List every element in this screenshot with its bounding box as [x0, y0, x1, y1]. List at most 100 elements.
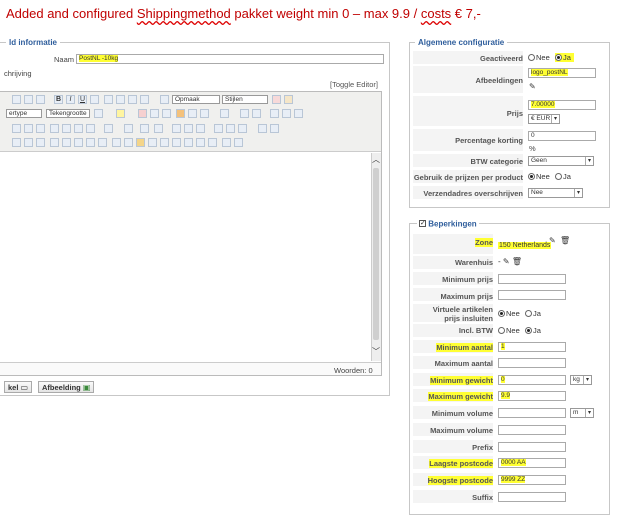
editor-btn-icon[interactable] [234, 138, 243, 147]
align-center-icon[interactable] [116, 95, 125, 104]
incl-no-radio[interactable] [498, 327, 505, 335]
price-input[interactable]: 7.00000 [528, 100, 596, 110]
edit-pencil-icon[interactable]: ✎ [529, 82, 536, 91]
prefix-input[interactable] [498, 442, 566, 452]
special-char-icon[interactable] [282, 109, 291, 118]
max-volume-input[interactable] [498, 425, 566, 435]
virtual-yes-radio[interactable] [525, 310, 532, 318]
editor-btn-icon[interactable] [258, 124, 267, 133]
editor-btn-icon[interactable] [270, 124, 279, 133]
editor-btn-icon[interactable] [86, 124, 95, 133]
min-weight-input[interactable]: 0 [498, 375, 566, 385]
line-icon[interactable] [294, 109, 303, 118]
editor-btn-icon[interactable] [124, 124, 133, 133]
align-right-icon[interactable] [128, 95, 137, 104]
trash-icon[interactable]: 🗑 [512, 257, 522, 266]
editor-btn-icon[interactable] [86, 138, 95, 147]
incl-yes-radio[interactable] [525, 327, 532, 335]
editor-btn-icon[interactable] [172, 138, 181, 147]
max-price-input[interactable] [498, 290, 566, 300]
active-yes-radio[interactable] [555, 54, 562, 62]
use-yes-radio[interactable] [555, 173, 562, 181]
max-qty-input[interactable] [498, 358, 566, 368]
min-qty-input[interactable]: 1 [498, 342, 566, 352]
editor-btn-icon[interactable] [50, 138, 59, 147]
editor-btn-icon[interactable] [184, 138, 193, 147]
subscript-icon[interactable] [252, 109, 261, 118]
bold-icon[interactable]: B [54, 95, 63, 104]
ordered-list-icon[interactable] [200, 109, 209, 118]
editor-btn-icon[interactable] [238, 124, 247, 133]
strikethrough-icon[interactable] [90, 95, 99, 104]
currency-select[interactable]: € EUR ▾ [528, 114, 560, 124]
editor-btn-icon[interactable] [184, 124, 193, 133]
paint-icon[interactable] [284, 95, 293, 104]
format-select[interactable]: Opmaak [172, 95, 220, 104]
editor-btn-icon[interactable] [74, 124, 83, 133]
scrollbar-thumb[interactable] [373, 168, 379, 340]
underline-icon[interactable]: U [78, 95, 87, 104]
scroll-down-icon[interactable]: ﹀ [372, 346, 380, 356]
min-volume-input[interactable] [498, 408, 566, 418]
scroll-up-icon[interactable]: ︿ [372, 154, 380, 164]
weight-unit-select[interactable]: kg ▾ [570, 375, 592, 385]
highest-postcode-input[interactable]: 9999 ZZ [498, 475, 566, 485]
article-button[interactable]: kel ▭ [4, 381, 33, 393]
suffix-input[interactable] [498, 492, 566, 502]
cut-icon[interactable] [138, 109, 147, 118]
trash-icon[interactable]: 🗑 [560, 236, 570, 245]
print-icon[interactable] [62, 124, 71, 133]
min-price-input[interactable] [498, 274, 566, 284]
edit-pencil-icon[interactable]: ✎ [549, 236, 556, 245]
blockquote-icon[interactable] [160, 95, 169, 104]
editor-btn-icon[interactable] [226, 124, 235, 133]
toggle-editor-link[interactable]: [Toggle Editor] [330, 80, 378, 89]
editor-btn-icon[interactable] [36, 138, 45, 147]
volume-unit-select[interactable]: m ▾ [570, 408, 594, 418]
use-no-radio[interactable] [528, 173, 535, 181]
editor-btn-icon[interactable] [104, 124, 113, 133]
active-no-radio[interactable] [528, 54, 535, 62]
eraser-icon[interactable] [272, 95, 281, 104]
editor-btn-icon[interactable] [214, 124, 223, 133]
editor-btn-icon[interactable] [74, 138, 83, 147]
editor-btn-icon[interactable] [208, 138, 217, 147]
override-select[interactable]: Nee ▾ [528, 188, 583, 198]
restrictions-checkbox[interactable]: ✓ [419, 220, 426, 228]
discount-input[interactable]: 0 [528, 131, 596, 141]
editor-btn-icon[interactable] [36, 124, 45, 133]
editor-btn-icon[interactable] [24, 95, 33, 104]
name-input[interactable]: PostNL -10kg [76, 54, 384, 64]
paste-word-icon[interactable] [176, 109, 185, 118]
editor-btn-icon[interactable] [12, 124, 21, 133]
paste-text-icon[interactable] [188, 109, 197, 118]
italic-icon[interactable]: I [66, 95, 75, 104]
editor-btn-icon[interactable] [112, 138, 121, 147]
paragraph-icon[interactable] [12, 138, 21, 147]
editor-btn-icon[interactable] [50, 124, 59, 133]
align-justify-icon[interactable] [140, 95, 149, 104]
vat-select[interactable]: Geen ▾ [528, 156, 594, 166]
font-size-select[interactable]: Tekengrootte [46, 109, 90, 118]
paste-icon[interactable] [162, 109, 171, 118]
font-color-icon[interactable] [94, 109, 103, 118]
horizontal-rule-icon[interactable] [270, 109, 279, 118]
editor-btn-icon[interactable] [24, 124, 33, 133]
editor-btn-icon[interactable] [222, 138, 231, 147]
editor-btn-icon[interactable] [140, 124, 149, 133]
max-weight-input[interactable]: 9.9 [498, 391, 566, 401]
images-input[interactable]: logo_postNL [528, 68, 596, 78]
editor-btn-icon[interactable] [36, 95, 45, 104]
editor-btn-icon[interactable] [196, 124, 205, 133]
image-button[interactable]: Afbeelding ▣ [38, 381, 95, 393]
unordered-list-icon[interactable] [220, 109, 229, 118]
copy-icon[interactable] [150, 109, 159, 118]
font-type-select[interactable]: ertype [6, 109, 42, 118]
virtual-no-radio[interactable] [498, 310, 505, 318]
editor-btn-icon[interactable] [124, 138, 133, 147]
editor-btn-icon[interactable] [172, 124, 181, 133]
editor-btn-icon[interactable] [98, 138, 107, 147]
styles-select[interactable]: Stijlen [222, 95, 268, 104]
editor-btn-icon[interactable] [196, 138, 205, 147]
editor-btn-icon[interactable] [62, 138, 71, 147]
